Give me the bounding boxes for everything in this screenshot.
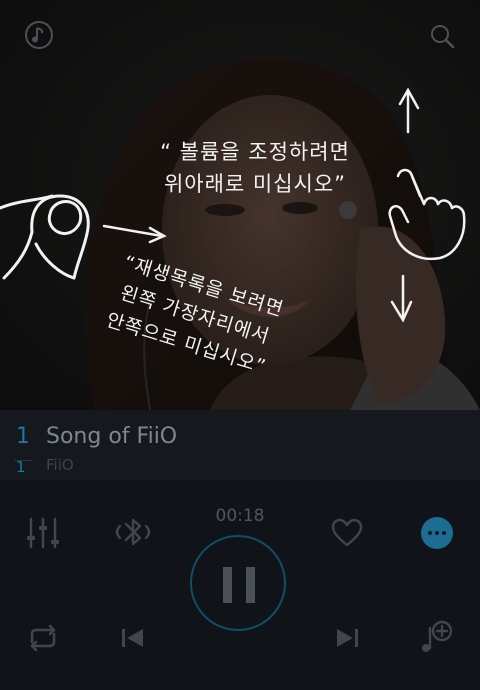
repeat-icon[interactable] [26,624,60,652]
more-options-button[interactable] [421,517,453,549]
add-to-playlist-icon[interactable] [418,620,456,656]
more-icon-dot [435,531,439,535]
song-title: Song of FiiO [46,424,178,449]
more-icon [428,531,432,535]
heart-icon[interactable] [331,518,363,548]
total-track-count: 1 [16,458,26,476]
skip-next-icon[interactable] [335,627,359,649]
playback-controls: 00:18 [0,480,480,690]
more-icon-dot [442,531,446,535]
album-art: “ 볼륨을 조정하려면 위아래로 미십시오” “재생목록을 보려면 왼쪽 가장자… [0,0,480,410]
current-track-number: 1 [16,424,30,449]
pause-icon [223,567,232,603]
pointing-hand-icon [388,168,466,261]
arrow-right-icon [102,224,167,244]
play-pause-button[interactable] [190,535,286,631]
pause-icon-bar [246,567,255,603]
elapsed-time: 00:18 [215,506,265,526]
skip-previous-icon[interactable] [121,627,145,649]
arrow-down-icon [390,274,413,323]
volume-hint-line-2: 위아래로 미십시오” [163,172,347,196]
volume-hint-line-1: “ 볼륨을 조정하려면 [160,140,350,164]
track-info-bar[interactable]: 1 1 Song of FiiO FiiO [0,410,480,480]
artist-name: FiiO [46,456,74,474]
arrow-up-icon [398,87,420,134]
music-player-app: “ 볼륨을 조정하려면 위아래로 미십시오” “재생목록을 보려면 왼쪽 가장자… [0,0,480,690]
volume-gesture-hint: “ 볼륨을 조정하려면 위아래로 미십시오” [130,136,380,200]
